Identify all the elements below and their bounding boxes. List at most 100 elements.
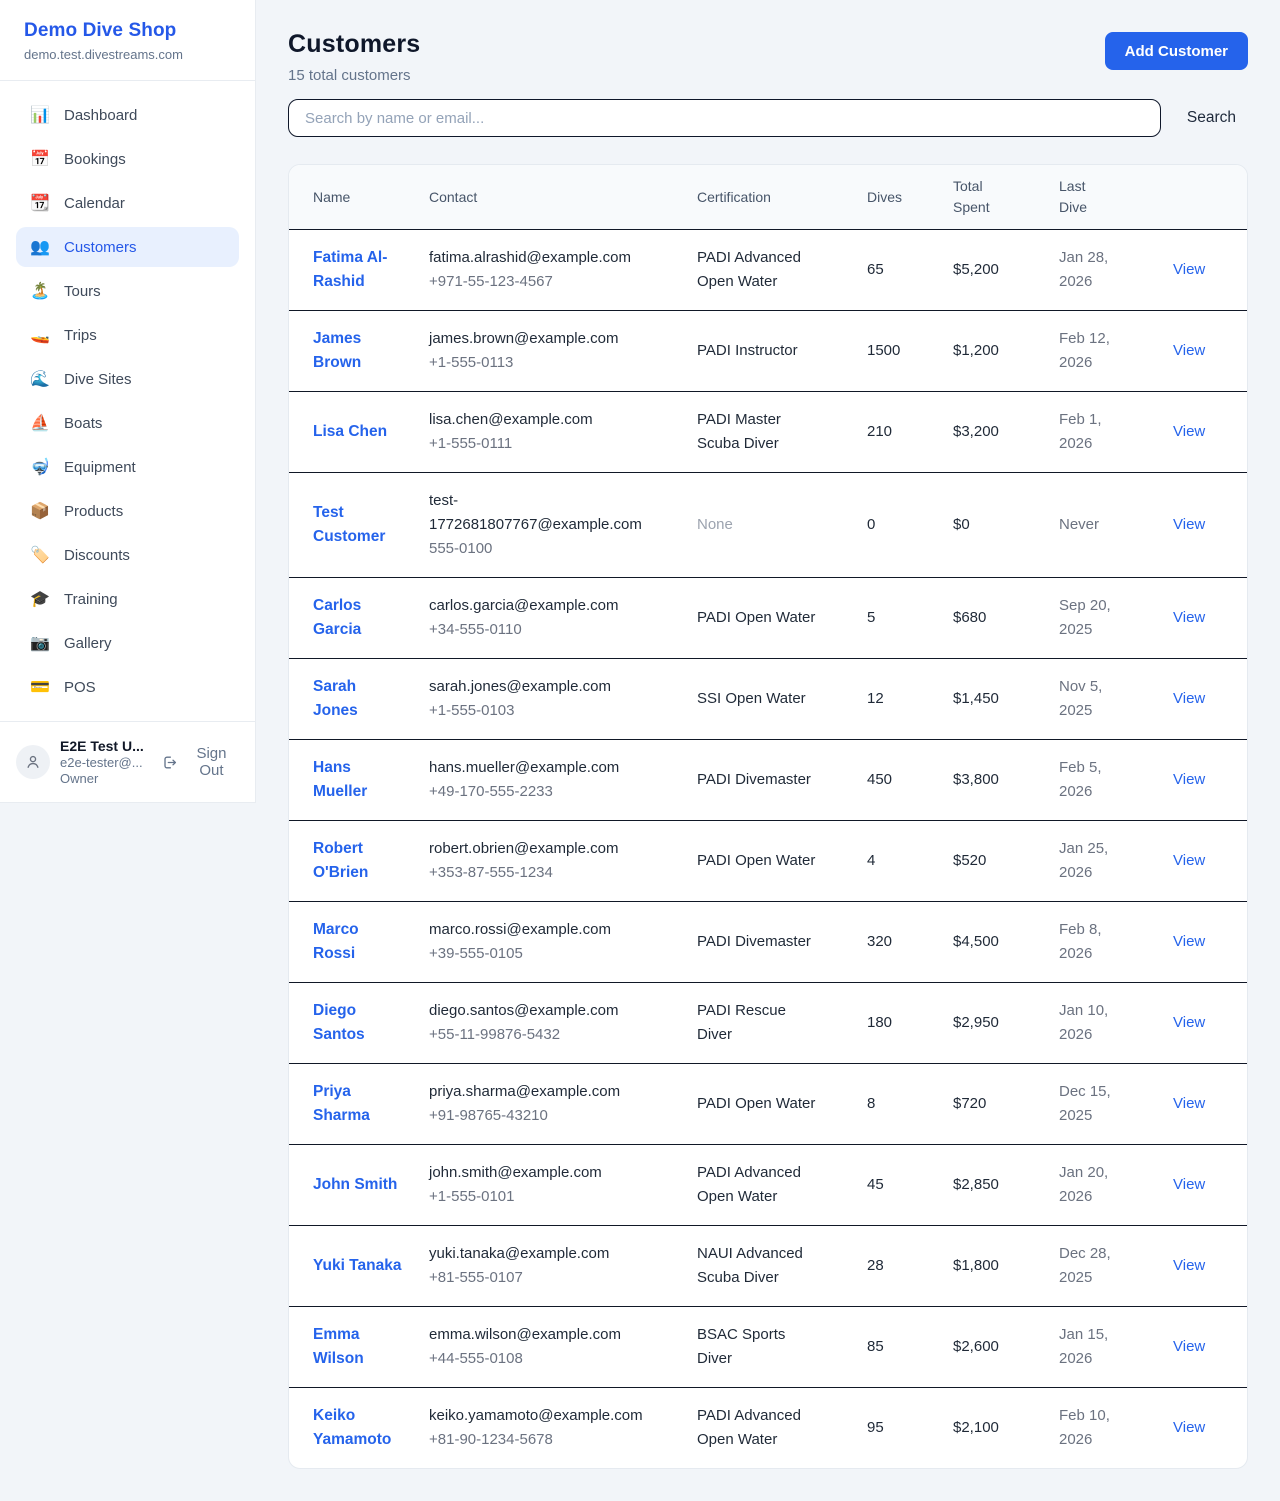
sidebar: Demo Dive Shop demo.test.divestreams.com…: [0, 0, 256, 803]
customer-total-spent: $0: [953, 473, 1059, 578]
view-customer-link[interactable]: View: [1173, 342, 1205, 359]
sidebar-item-pos[interactable]: 💳 POS: [16, 667, 239, 707]
logout-icon: [161, 754, 177, 771]
view-customer-link[interactable]: View: [1173, 516, 1205, 533]
user-email: e2e-tester@...: [60, 755, 151, 770]
sidebar-item-customers[interactable]: 👥 Customers: [16, 227, 239, 267]
shop-name: Demo Dive Shop: [24, 20, 231, 42]
customer-total-spent: $520: [953, 821, 1059, 902]
customer-total-spent: $1,200: [953, 311, 1059, 392]
customer-name-link[interactable]: Sarah Jones: [313, 675, 405, 723]
tag-icon: 🏷️: [30, 545, 50, 565]
customer-total-spent: $2,950: [953, 983, 1059, 1064]
customer-certification: PADI Advanced Open Water: [697, 246, 821, 294]
table-row: Robert O'Brien robert.obrien@example.com…: [289, 821, 1248, 902]
page-title: Customers: [288, 30, 420, 59]
view-customer-link[interactable]: View: [1173, 852, 1205, 869]
customer-name-link[interactable]: Yuki Tanaka: [313, 1254, 401, 1278]
customer-last-dive: Sep 20, 2025: [1059, 594, 1123, 642]
sidebar-item-bookings[interactable]: 📅 Bookings: [16, 139, 239, 179]
table-row: Lisa Chen lisa.chen@example.com +1-555-0…: [289, 392, 1248, 473]
sidebar-item-trips[interactable]: 🚤 Trips: [16, 315, 239, 355]
view-customer-link[interactable]: View: [1173, 1338, 1205, 1355]
brand-block: Demo Dive Shop demo.test.divestreams.com: [0, 0, 255, 80]
sidebar-item-dashboard[interactable]: 📊 Dashboard: [16, 95, 239, 135]
customer-email: hans.mueller@example.com: [429, 756, 649, 780]
customer-last-dive: Feb 12, 2026: [1059, 327, 1123, 375]
view-customer-link[interactable]: View: [1173, 1257, 1205, 1274]
user-panel: E2E Test U... e2e-tester@... Owner Sign …: [0, 722, 255, 802]
customer-total-spent: $2,100: [953, 1388, 1059, 1469]
sidebar-item-gallery[interactable]: 📷 Gallery: [16, 623, 239, 663]
sidebar-item-calendar[interactable]: 📆 Calendar: [16, 183, 239, 223]
view-customer-link[interactable]: View: [1173, 690, 1205, 707]
customer-name-link[interactable]: Test Customer: [313, 501, 405, 549]
customer-email: marco.rossi@example.com: [429, 918, 649, 942]
person-icon: [24, 753, 42, 771]
user-role: Owner: [60, 771, 151, 786]
customer-total-spent: $1,450: [953, 659, 1059, 740]
customers-table: Name Contact Certification Dives Total S…: [289, 165, 1248, 1468]
customer-certification: PADI Advanced Open Water: [697, 1404, 821, 1452]
customer-name-link[interactable]: Robert O'Brien: [313, 837, 405, 885]
view-customer-link[interactable]: View: [1173, 1176, 1205, 1193]
people-icon: 👥: [30, 237, 50, 257]
sidebar-item-boats[interactable]: ⛵ Boats: [16, 403, 239, 443]
search-button[interactable]: Search: [1187, 109, 1248, 127]
sailboat-icon: ⛵: [30, 413, 50, 433]
column-header-name: Name: [289, 165, 429, 230]
customer-name-link[interactable]: Keiko Yamamoto: [313, 1404, 405, 1452]
sidebar-item-training[interactable]: 🎓 Training: [16, 579, 239, 619]
customer-name-link[interactable]: Diego Santos: [313, 999, 405, 1047]
user-name: E2E Test U...: [60, 738, 151, 754]
customer-name-link[interactable]: Lisa Chen: [313, 420, 387, 444]
view-customer-link[interactable]: View: [1173, 261, 1205, 278]
customer-last-dive: Nov 5, 2025: [1059, 675, 1123, 723]
customer-email: diego.santos@example.com: [429, 999, 649, 1023]
customer-dives: 85: [867, 1307, 953, 1388]
column-header-last-dive: Last Dive: [1059, 165, 1173, 230]
credit-card-icon: 💳: [30, 677, 50, 697]
table-body: Fatima Al-Rashid fatima.alrashid@example…: [289, 230, 1248, 1469]
view-customer-link[interactable]: View: [1173, 771, 1205, 788]
view-customer-link[interactable]: View: [1173, 1419, 1205, 1436]
customer-name-link[interactable]: Hans Mueller: [313, 756, 405, 804]
column-header-actions: [1173, 165, 1248, 230]
customer-last-dive: Dec 28, 2025: [1059, 1242, 1123, 1290]
table-row: John Smith john.smith@example.com +1-555…: [289, 1145, 1248, 1226]
wave-icon: 🌊: [30, 369, 50, 389]
sidebar-item-dive-sites[interactable]: 🌊 Dive Sites: [16, 359, 239, 399]
customer-phone: +49-170-555-2233: [429, 780, 689, 804]
customer-name-link[interactable]: John Smith: [313, 1173, 397, 1197]
customer-name-link[interactable]: Marco Rossi: [313, 918, 405, 966]
customer-total-spent: $1,800: [953, 1226, 1059, 1307]
view-customer-link[interactable]: View: [1173, 423, 1205, 440]
search-input[interactable]: [288, 99, 1161, 137]
customer-last-dive: Feb 5, 2026: [1059, 756, 1123, 804]
add-customer-button[interactable]: Add Customer: [1105, 32, 1248, 70]
customer-dives: 45: [867, 1145, 953, 1226]
customer-name-link[interactable]: Fatima Al-Rashid: [313, 246, 405, 294]
customer-name-link[interactable]: James Brown: [313, 327, 405, 375]
customer-email: yuki.tanaka@example.com: [429, 1242, 649, 1266]
view-customer-link[interactable]: View: [1173, 1095, 1205, 1112]
table-row: Test Customer test-1772681807767@example…: [289, 473, 1248, 578]
sidebar-item-products[interactable]: 📦 Products: [16, 491, 239, 531]
customer-name-link[interactable]: Emma Wilson: [313, 1323, 405, 1371]
customer-last-dive: Never: [1059, 513, 1123, 537]
customer-phone: +1-555-0101: [429, 1185, 689, 1209]
customer-total-spent: $3,800: [953, 740, 1059, 821]
sidebar-item-tours[interactable]: 🏝️ Tours: [16, 271, 239, 311]
customer-name-link[interactable]: Priya Sharma: [313, 1080, 405, 1128]
customer-name-link[interactable]: Carlos Garcia: [313, 594, 405, 642]
table-row: James Brown james.brown@example.com +1-5…: [289, 311, 1248, 392]
customer-email: john.smith@example.com: [429, 1161, 649, 1185]
sign-out-button[interactable]: Sign Out: [161, 745, 239, 779]
sidebar-item-discounts[interactable]: 🏷️ Discounts: [16, 535, 239, 575]
view-customer-link[interactable]: View: [1173, 1014, 1205, 1031]
sidebar-item-equipment[interactable]: 🤿 Equipment: [16, 447, 239, 487]
customer-email: carlos.garcia@example.com: [429, 594, 649, 618]
view-customer-link[interactable]: View: [1173, 933, 1205, 950]
view-customer-link[interactable]: View: [1173, 609, 1205, 626]
customer-email: james.brown@example.com: [429, 327, 649, 351]
